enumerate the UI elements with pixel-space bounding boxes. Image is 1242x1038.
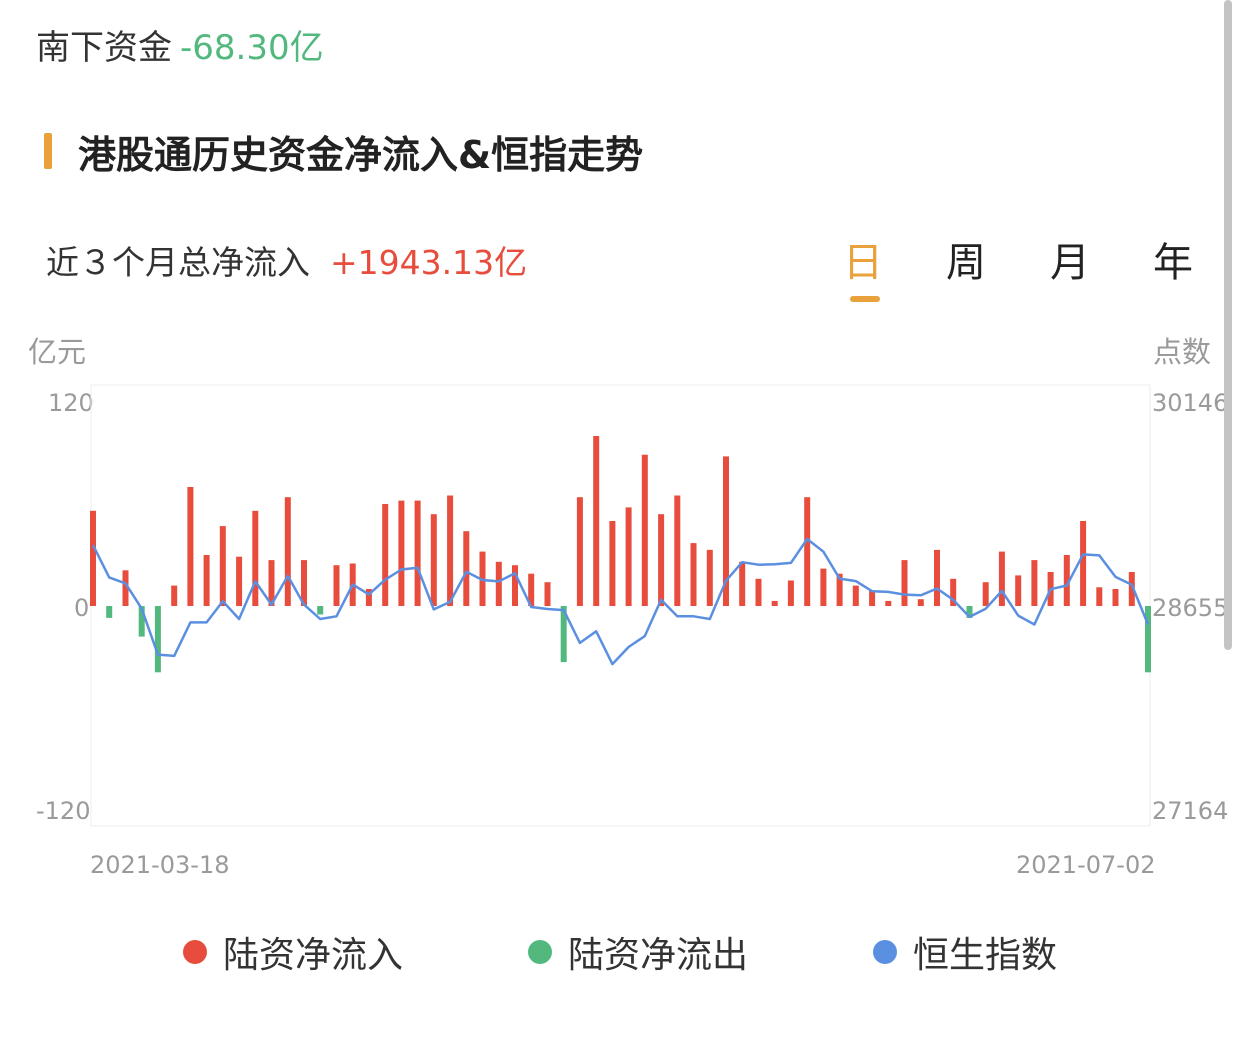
legend-hsi-dot	[873, 940, 897, 964]
flow-bar	[625, 507, 632, 606]
flow-bar	[219, 526, 226, 606]
legend-inflow: 陆资净流入	[183, 926, 403, 978]
flow-bar	[333, 565, 340, 606]
flow-bar	[317, 606, 324, 615]
flow-bar	[804, 497, 811, 606]
fund-flow-chart	[90, 384, 1151, 827]
flow-bar	[252, 510, 259, 606]
flow-bar	[885, 600, 892, 606]
flow-bar	[852, 585, 859, 606]
page-scrollbar[interactable]	[1224, 0, 1232, 650]
flow-bar	[106, 606, 113, 618]
flow-bar	[869, 590, 876, 606]
flow-bar	[755, 578, 762, 606]
legend-outflow-dot	[528, 940, 552, 964]
flow-bar	[674, 495, 681, 606]
flow-bar	[820, 568, 827, 606]
legend-outflow: 陆资净流出	[528, 926, 748, 978]
legend-hsi-label: 恒生指数	[913, 935, 1058, 976]
flow-bar	[771, 600, 778, 606]
legend-inflow-label: 陆资净流入	[223, 935, 404, 976]
flow-bar	[787, 580, 794, 606]
hsi-line	[91, 537, 1150, 666]
flow-bar	[658, 514, 665, 606]
flow-bar	[934, 549, 940, 606]
flow-bar	[495, 561, 502, 606]
flow-bar	[236, 556, 243, 606]
flow-bar	[641, 454, 648, 606]
flow-bar	[1112, 589, 1119, 606]
flow-bar	[203, 555, 210, 606]
flow-bar	[512, 565, 518, 606]
flow-bar	[544, 582, 551, 606]
flow-bar	[706, 549, 713, 606]
flow-bar	[154, 606, 161, 673]
flow-bars	[90, 436, 1151, 673]
flow-bar	[1015, 575, 1022, 606]
flow-bar	[171, 585, 178, 606]
flow-bar	[1096, 587, 1103, 606]
flow-bar	[90, 510, 96, 606]
flow-bar	[901, 560, 908, 606]
flow-bar	[1145, 606, 1151, 673]
flow-bar	[414, 500, 421, 606]
legend-outflow-label: 陆资净流出	[568, 935, 749, 976]
flow-bar	[576, 497, 583, 606]
flow-bar	[593, 436, 600, 606]
flow-bar	[739, 561, 746, 606]
plot-frame	[90, 384, 1151, 827]
flow-bar	[1080, 521, 1087, 606]
flow-bar	[398, 500, 405, 606]
legend-inflow-dot	[183, 940, 207, 964]
flow-bar	[187, 487, 194, 606]
flow-bar	[609, 521, 616, 606]
flow-bar	[690, 543, 697, 606]
flow-bar	[1031, 560, 1038, 606]
flow-bar	[998, 551, 1005, 606]
flow-bar	[447, 495, 454, 606]
flow-bar	[917, 599, 924, 606]
chart-legend: 陆资净流入 陆资净流出 恒生指数	[0, 926, 1242, 976]
flow-bar	[430, 514, 437, 606]
flow-bar	[982, 582, 989, 606]
flow-bar	[382, 504, 389, 606]
flow-bar	[284, 497, 291, 606]
legend-hsi: 恒生指数	[873, 926, 1057, 978]
flow-bar	[463, 531, 470, 606]
